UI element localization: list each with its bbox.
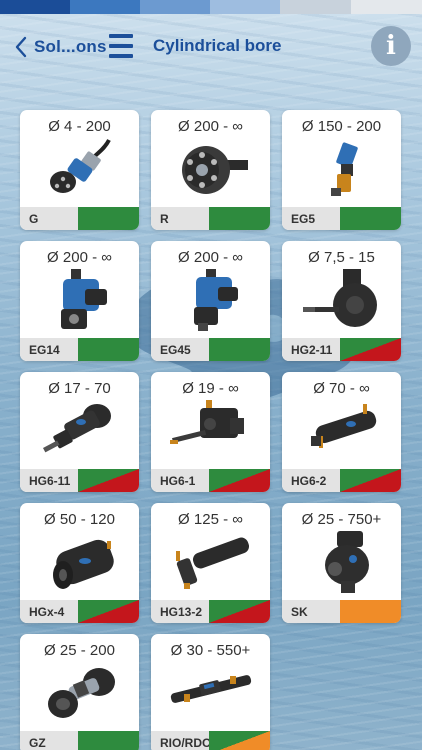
product-code: HG13-2 xyxy=(151,600,209,623)
product-card-g[interactable]: Ø 4 - 200 G xyxy=(20,110,139,230)
brand-strip-segment-5 xyxy=(280,0,351,14)
product-card-gz[interactable]: Ø 25 - 200 GZ xyxy=(20,634,139,750)
brand-strip-segment-4 xyxy=(210,0,280,14)
card-footer: HG6-2 xyxy=(282,469,401,492)
card-footer: HG2-11 xyxy=(282,338,401,361)
product-card-rio-rdo[interactable]: Ø 30 - 550+ RIO/RDO xyxy=(151,634,270,750)
navigation-bar: Sol...ons Cylindrical bore i xyxy=(0,14,422,80)
product-code: EG14 xyxy=(20,338,78,361)
diameter-range: Ø 200 - ∞ xyxy=(178,249,243,266)
product-card-eg45[interactable]: Ø 200 - ∞ EG45 xyxy=(151,241,270,361)
product-card-eg14[interactable]: Ø 200 - ∞ EG14 xyxy=(20,241,139,361)
diameter-range: Ø 19 - ∞ xyxy=(182,380,239,397)
diameter-range: Ø 4 - 200 xyxy=(48,118,111,135)
diameter-range: Ø 17 - 70 xyxy=(48,380,111,397)
product-card-r[interactable]: Ø 200 - ∞ R xyxy=(151,110,270,230)
hamburger-menu-icon[interactable] xyxy=(109,34,133,58)
brand-strip-segment-3 xyxy=(140,0,210,14)
card-footer: RIO/RDO xyxy=(151,731,270,750)
product-card-eg5[interactable]: Ø 150 - 200 EG5 xyxy=(282,110,401,230)
blue-gear-head-icon xyxy=(61,269,107,329)
product-card-hg13-2[interactable]: Ø 125 - ∞ HG13-2 xyxy=(151,503,270,623)
diameter-range: Ø 7,5 - 15 xyxy=(308,249,375,266)
card-footer: G xyxy=(20,207,139,230)
product-card-hg6-2[interactable]: Ø 70 - ∞ HG6-2 xyxy=(282,372,401,492)
card-footer: R xyxy=(151,207,270,230)
diameter-range: Ø 50 - 120 xyxy=(44,511,115,528)
diameter-range: Ø 30 - 550+ xyxy=(170,642,251,659)
card-footer: EG5 xyxy=(282,207,401,230)
diameter-range: Ø 25 - 200 xyxy=(44,642,115,659)
card-footer: HG6-11 xyxy=(20,469,139,492)
back-button[interactable]: Sol...ons xyxy=(14,34,107,60)
long-rod-icon xyxy=(176,537,250,589)
diameter-range: Ø 200 - ∞ xyxy=(178,118,243,135)
info-icon[interactable]: i xyxy=(371,26,411,66)
brand-strip-segment-6 xyxy=(351,0,422,14)
product-code: GZ xyxy=(20,731,78,750)
brand-color-strip xyxy=(0,0,422,14)
spindle-icon xyxy=(48,668,115,718)
product-card-sk[interactable]: Ø 25 - 750+ SK xyxy=(282,503,401,623)
card-footer: GZ xyxy=(20,731,139,750)
diameter-range: Ø 25 - 750+ xyxy=(301,511,382,528)
card-footer: HG6-1 xyxy=(151,469,270,492)
diameter-range: Ø 200 - ∞ xyxy=(47,249,112,266)
card-footer: SK xyxy=(282,600,401,623)
brand-strip-segment-1 xyxy=(0,0,70,14)
suitability-indicator xyxy=(78,731,139,750)
hose-tool-icon xyxy=(50,139,111,193)
product-code: G xyxy=(20,207,78,230)
product-code: EG45 xyxy=(151,338,209,361)
suitability-indicator xyxy=(78,600,139,623)
suitability-indicator xyxy=(209,469,270,492)
suitability-indicator xyxy=(340,469,401,492)
blue-gear-head-icon xyxy=(194,269,238,331)
motor-spindle-icon xyxy=(303,269,377,327)
card-footer: HGx-4 xyxy=(20,600,139,623)
cylinder-motor-icon xyxy=(53,539,114,589)
suitability-indicator xyxy=(340,600,401,623)
diameter-range: Ø 125 - ∞ xyxy=(178,511,243,528)
suitability-indicator xyxy=(340,207,401,230)
suitability-indicator xyxy=(78,207,139,230)
card-footer: EG45 xyxy=(151,338,270,361)
card-footer: HG13-2 xyxy=(151,600,270,623)
product-code: SK xyxy=(282,600,340,623)
product-code: HG2-11 xyxy=(282,338,340,361)
product-code: R xyxy=(151,207,209,230)
shaft-head-icon xyxy=(325,531,369,593)
product-card-hg6-11[interactable]: Ø 17 - 70 HG6-11 xyxy=(20,372,139,492)
suitability-indicator xyxy=(78,469,139,492)
suitability-indicator xyxy=(209,207,270,230)
product-code: HG6-11 xyxy=(20,469,78,492)
product-card-hg2-11[interactable]: Ø 7,5 - 15 HG2-11 xyxy=(282,241,401,361)
chevron-left-icon xyxy=(15,36,27,58)
product-code: HGx-4 xyxy=(20,600,78,623)
product-code: HG6-1 xyxy=(151,469,209,492)
brand-strip-segment-2 xyxy=(70,0,140,14)
straight-tool-icon xyxy=(170,675,252,703)
suitability-indicator xyxy=(78,338,139,361)
product-code: EG5 xyxy=(282,207,340,230)
suitability-indicator xyxy=(209,600,270,623)
suitability-indicator xyxy=(209,731,270,750)
diameter-range: Ø 150 - 200 xyxy=(301,118,382,135)
block-arm-icon xyxy=(170,400,244,444)
back-label: Sol...ons xyxy=(34,37,107,56)
page-title: Cylindrical bore xyxy=(153,36,282,55)
card-footer: EG14 xyxy=(20,338,139,361)
angled-drill-icon xyxy=(42,404,111,453)
product-card-hg6-1[interactable]: Ø 19 - ∞ HG6-1 xyxy=(151,372,270,492)
long-cylinder-icon xyxy=(311,404,377,448)
product-code: RIO/RDO xyxy=(151,731,211,750)
product-code: HG6-2 xyxy=(282,469,340,492)
suitability-indicator xyxy=(340,338,401,361)
suitability-indicator xyxy=(209,338,270,361)
product-card-hgx-4[interactable]: Ø 50 - 120 HGx-4 xyxy=(20,503,139,623)
roller-head-icon xyxy=(182,146,248,194)
diameter-range: Ø 70 - ∞ xyxy=(313,380,370,397)
small-head-icon xyxy=(331,142,358,196)
